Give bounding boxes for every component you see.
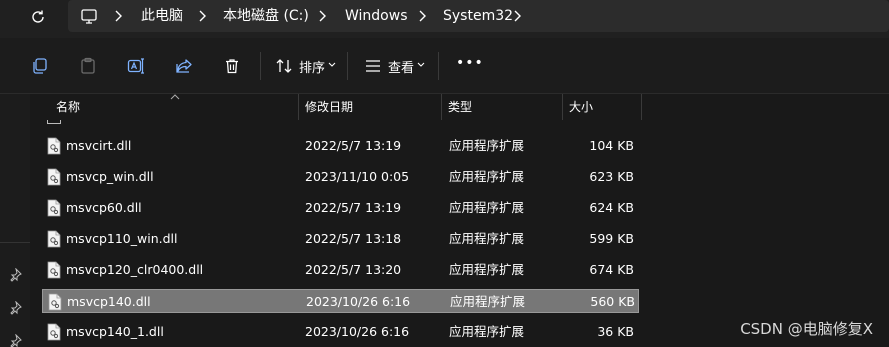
pin-icon[interactable] (8, 268, 22, 282)
crumb-this-pc[interactable]: 此电脑 (141, 0, 183, 32)
refresh-button[interactable] (22, 4, 54, 30)
navigation-pane (0, 94, 30, 347)
file-size: 560 KB (590, 294, 635, 309)
computer-icon (81, 9, 97, 24)
file-size: 623 KB (589, 169, 634, 184)
column-divider[interactable] (298, 94, 299, 120)
file-icon (47, 120, 61, 124)
column-divider[interactable] (441, 94, 442, 120)
file-row[interactable]: msvcp60.dll 2022/5/7 13:19 应用程序扩展 624 KB (42, 196, 639, 220)
dll-file-icon (47, 261, 61, 279)
file-row[interactable]: msvcp120_clr0400.dll 2022/5/7 13:20 应用程序扩展… (42, 258, 639, 282)
file-row[interactable]: msvcp140.dll 2023/10/26 6:16 应用程序扩展 560 KB (42, 289, 639, 313)
sort-button-label[interactable]: 排序 (299, 57, 325, 76)
share-icon (176, 59, 192, 73)
column-name[interactable]: 名称 (56, 94, 80, 120)
nav-divider (0, 242, 30, 243)
command-bar: 排序 查看 ••• (0, 38, 889, 94)
file-row[interactable]: msvcirt.dll 2022/5/7 13:19 应用程序扩展 104 KB (42, 134, 639, 158)
delete-button[interactable] (220, 54, 244, 78)
dll-file-icon (47, 137, 61, 155)
dll-file-icon (47, 230, 61, 248)
file-modified: 2022/5/7 13:20 (305, 262, 402, 277)
sort-icon-wrap[interactable] (272, 54, 296, 78)
chevron-down-icon (328, 62, 336, 67)
file-modified: 2022/5/7 13:18 (305, 231, 402, 246)
sort-icon (276, 59, 292, 73)
file-type: 应用程序扩展 (450, 294, 526, 309)
pin-icon[interactable] (8, 301, 22, 315)
file-type: 应用程序扩展 (449, 231, 525, 246)
chevron-down-icon (417, 62, 425, 67)
column-divider[interactable] (562, 94, 563, 120)
file-row[interactable]: msvcp140_1.dll 2023/10/26 6:16 应用程序扩展 36 KB (42, 320, 639, 344)
dll-file-icon (48, 293, 62, 311)
file-modified: 2023/10/26 6:16 (305, 324, 410, 339)
file-modified: 2022/5/7 13:19 (305, 200, 402, 215)
column-header: 名称 修改日期 类型 大小 (30, 94, 889, 120)
column-type[interactable]: 类型 (448, 94, 472, 120)
breadcrumb[interactable]: 此电脑 本地磁盘 (C:) Windows System32 (68, 0, 889, 32)
paste-icon (81, 57, 95, 74)
file-name[interactable]: msvcp140_1.dll (66, 320, 164, 344)
copy-icon (33, 58, 47, 74)
file-name[interactable]: msvcp140.dll (67, 290, 151, 314)
address-bar: 此电脑 本地磁盘 (C:) Windows System32 (0, 0, 889, 38)
chevron-right-icon (514, 10, 521, 22)
file-size: 104 KB (589, 138, 634, 153)
file-size: 624 KB (589, 200, 634, 215)
chevron-right-icon (115, 10, 122, 22)
view-icon (366, 60, 380, 72)
file-modified: 2022/5/7 13:19 (305, 138, 402, 153)
crumb-system32[interactable]: System32 (443, 0, 513, 32)
column-modified[interactable]: 修改日期 (305, 94, 353, 120)
file-row[interactable]: msvcp_win.dll 2023/11/10 0:05 应用程序扩展 623 KB (42, 165, 639, 189)
share-button[interactable] (172, 54, 196, 78)
pin-icon[interactable] (8, 334, 22, 347)
refresh-icon (32, 10, 44, 23)
column-divider[interactable] (641, 94, 642, 120)
file-modified: 2023/10/26 6:16 (306, 294, 411, 309)
dll-file-icon (47, 199, 61, 217)
file-type: 应用程序扩展 (449, 169, 525, 184)
file-type: 应用程序扩展 (449, 324, 525, 339)
file-size: 674 KB (589, 262, 634, 277)
rename-icon (127, 58, 144, 74)
file-size: 36 KB (597, 324, 634, 339)
view-button-label[interactable]: 查看 (388, 57, 414, 76)
toolbar-divider (347, 52, 348, 80)
view-icon-wrap[interactable] (361, 54, 385, 78)
file-type: 应用程序扩展 (449, 138, 525, 153)
toolbar-divider (438, 52, 439, 80)
file-row[interactable]: msvcp110_win.dll 2022/5/7 13:18 应用程序扩展 599 … (42, 227, 639, 251)
file-name[interactable]: msvcirt.dll (66, 134, 131, 158)
trash-icon (226, 59, 238, 74)
file-name[interactable]: msvcp120_clr0400.dll (66, 258, 203, 282)
copy-button[interactable] (28, 54, 52, 78)
file-name[interactable]: msvcp110_win.dll (66, 227, 177, 251)
file-name[interactable]: msvcp60.dll (66, 196, 142, 220)
column-size[interactable]: 大小 (569, 94, 593, 120)
more-options-button[interactable]: ••• (456, 55, 484, 71)
chevron-right-icon (419, 10, 426, 22)
toolbar-divider (260, 52, 261, 80)
paste-button[interactable] (76, 54, 100, 78)
rename-button[interactable] (124, 54, 148, 78)
sort-ascending-icon (170, 94, 180, 100)
file-modified: 2023/11/10 0:05 (305, 169, 410, 184)
file-name[interactable]: msvcp_win.dll (66, 165, 154, 189)
file-type: 应用程序扩展 (449, 262, 525, 277)
watermark: CSDN @电脑修复X (740, 320, 873, 338)
file-size: 599 KB (589, 231, 634, 246)
dll-file-icon (47, 168, 61, 186)
crumb-local-disk[interactable]: 本地磁盘 (C:) (223, 0, 309, 32)
file-type: 应用程序扩展 (449, 200, 525, 215)
chevron-right-icon (319, 10, 326, 22)
dll-file-icon (47, 323, 61, 341)
crumb-windows[interactable]: Windows (345, 0, 408, 32)
chevron-right-icon (199, 10, 206, 22)
